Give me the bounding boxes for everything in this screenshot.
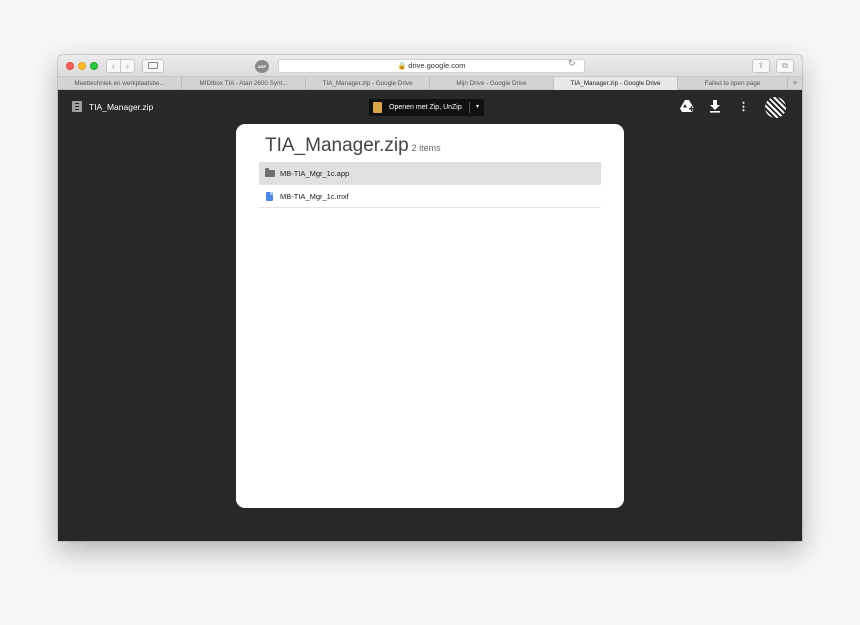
browser-window: ‹ › ABP 🔒 drive.google.com ↻ ⇪ ⧉ Meettech… [58,55,802,541]
list-item[interactable]: MB-TIA_Mgr_1c.mxf [259,185,601,208]
more-vert-icon[interactable]: ⋮ [738,100,749,114]
zoom-window-button[interactable] [90,62,98,70]
forward-button[interactable]: › [120,59,135,73]
chevron-left-icon: ‹ [112,61,115,71]
tab-tia-manager-active[interactable]: TIA_Manager.zip - Google Drive [554,77,678,90]
zip-title-text: TIA_Manager.zip [265,135,409,156]
list-item[interactable]: MB-TIA_Mgr_1c.app [259,162,601,185]
lock-icon: 🔒 [397,63,407,70]
document-icon [266,192,273,201]
tab-tia-manager-1[interactable]: TIA_Manager.zip - Google Drive [306,77,430,90]
drive-preview-toolbar: TIA_Manager.zip Openen met Zip, UnZip ▾ … [58,90,802,124]
back-button[interactable]: ‹ [106,59,121,73]
item-count: 2 items [411,143,441,153]
file-name: MB-TIA_Mgr_1c.app [280,169,350,178]
adblock-icon[interactable]: ABP [255,60,269,73]
chevron-right-icon: › [126,61,129,71]
tabs-overview-button[interactable]: ⧉ [776,59,794,73]
tab-failed-to-open[interactable]: Failed to open page [678,77,788,90]
address-bar[interactable]: 🔒 drive.google.com [278,59,585,73]
sidebar-button[interactable] [142,59,164,73]
tab-mijn-drive[interactable]: Mijn Drive - Google Drive [430,77,554,90]
share-icon: ⇪ [757,61,765,70]
folder-icon [265,168,275,177]
divider [469,102,470,113]
open-with-button[interactable]: Openen met Zip, UnZip ▾ [369,99,484,116]
sidebar-icon [148,62,158,69]
close-window-button[interactable] [66,62,74,70]
avatar[interactable] [765,97,786,118]
download-icon[interactable] [709,100,721,117]
url-text: drive.google.com [408,61,466,70]
chevron-down-icon[interactable]: ▾ [472,99,483,116]
open-with-label: Openen met Zip, UnZip [389,104,462,111]
minimize-window-button[interactable] [78,62,86,70]
reload-icon[interactable]: ↻ [568,58,576,69]
title-bar: ‹ › ABP 🔒 drive.google.com ↻ ⇪ ⧉ [58,55,802,77]
preview-file-title: TIA_Manager.zip [89,102,154,112]
zip-title: TIA_Manager.zip 2 items [265,135,441,157]
zip-app-icon [373,102,382,113]
share-button[interactable]: ⇪ [752,59,770,73]
tab-meettechniek[interactable]: Meettechniek en werkplaatsbe... [58,77,182,90]
file-name: MB-TIA_Mgr_1c.mxf [280,192,349,201]
tab-midibox-tia[interactable]: MIDIbox TIA - Atari 2600 Synt... [182,77,306,90]
new-tab-button[interactable]: + [788,77,802,90]
zip-file-icon [72,101,82,112]
tab-strip: Meettechniek en werkplaatsbe... MIDIbox … [58,77,802,90]
tabs-overview-icon: ⧉ [782,61,788,70]
file-list: MB-TIA_Mgr_1c.app MB-TIA_Mgr_1c.mxf [259,162,601,208]
add-to-drive-icon[interactable] [680,100,694,117]
zip-contents-panel: TIA_Manager.zip 2 items MB-TIA_Mgr_1c.app… [236,124,624,508]
